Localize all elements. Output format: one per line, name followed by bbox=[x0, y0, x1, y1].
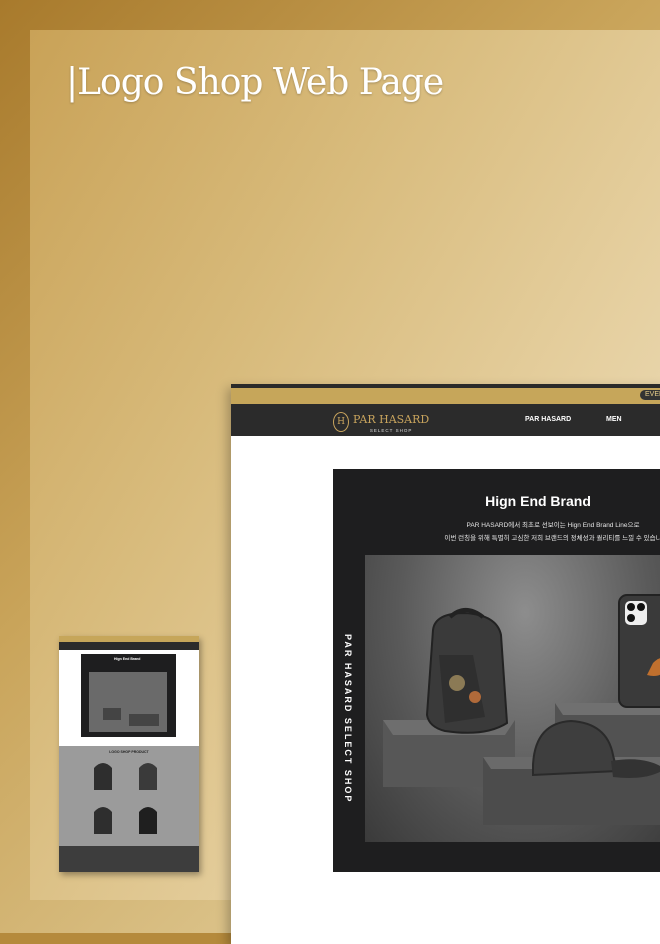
event-badge[interactable]: EVEN bbox=[640, 390, 660, 400]
phone-case-icon bbox=[618, 594, 660, 708]
nav-item-par-hasard[interactable]: PAR HASARD bbox=[525, 416, 571, 423]
hero-heading: Hign End Brand bbox=[485, 493, 591, 509]
logo-mark-icon: H bbox=[333, 411, 349, 432]
gold-bar bbox=[231, 388, 660, 404]
logo-text-group: PAR HASARD SELECT SHOP bbox=[353, 410, 429, 433]
hero-product-photo bbox=[365, 555, 660, 842]
hero-line-1: PAR HASARD에서 최초로 선보이는 Hign End Brand Lin… bbox=[466, 522, 640, 529]
product-scene bbox=[383, 594, 660, 825]
logo-name: PAR HASARD bbox=[353, 413, 430, 426]
small-hero-heading: Hign End Brand bbox=[114, 657, 141, 661]
backpack-icon bbox=[425, 608, 509, 734]
hero-vertical-text: PAR HASARD SELECT SHOP bbox=[343, 634, 353, 804]
website-mockup-small: Hign End Brand LOGO SHOP PRODUCT bbox=[59, 636, 199, 872]
small-page-preview bbox=[59, 636, 199, 872]
nav-item-men[interactable]: MEN bbox=[606, 416, 622, 423]
page-title: |Logo Shop Web Page bbox=[66, 62, 444, 103]
site-logo[interactable]: H PAR HASARD SELECT SHOP bbox=[333, 410, 429, 433]
small-products-title: LOGO SHOP PRODUCT bbox=[109, 750, 149, 754]
hero-banner: Hign End Brand PAR HASARD에서 최초로 선보이는 Hig… bbox=[333, 469, 660, 872]
website-mockup-large: EVEN H PAR HASARD SELECT SHOP PAR HASARD… bbox=[231, 384, 660, 944]
hero-line-2: 이번 런칭을 위해 특별히 고심한 저희 브랜드의 정체성과 퀄리티를 느낄 수… bbox=[444, 535, 660, 542]
navbar bbox=[231, 404, 660, 436]
logo-sub: SELECT SHOP bbox=[369, 428, 413, 433]
